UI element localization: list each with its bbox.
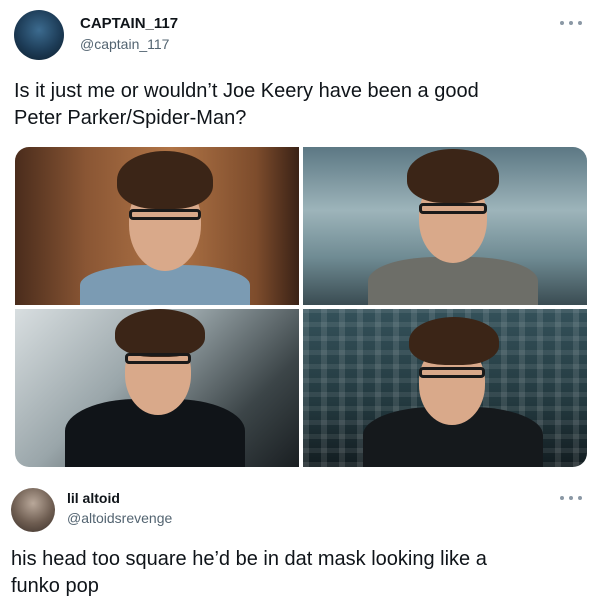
- tweet: CAPTAIN_117 @captain_117 Is it just me o…: [0, 0, 600, 470]
- media-grid: [15, 147, 587, 467]
- display-name[interactable]: CAPTAIN_117: [80, 15, 178, 32]
- photo[interactable]: [303, 147, 587, 305]
- avatar[interactable]: [11, 488, 55, 532]
- reply-tweet: lil altoid @altoidsrevenge his head too …: [0, 478, 600, 615]
- tweet-text: Is it just me or wouldn’t Joe Keery have…: [14, 80, 479, 129]
- photo[interactable]: [15, 309, 299, 467]
- photo[interactable]: [303, 309, 587, 467]
- more-options-icon[interactable]: [560, 18, 582, 28]
- username-handle[interactable]: @altoidsrevenge: [67, 510, 172, 526]
- username-handle[interactable]: @captain_117: [80, 36, 169, 52]
- more-options-icon[interactable]: [560, 493, 582, 503]
- avatar[interactable]: [14, 10, 64, 60]
- tweet-text: his head too square he’d be in dat mask …: [11, 548, 487, 597]
- display-name[interactable]: lil altoid: [67, 490, 120, 506]
- photo[interactable]: [15, 147, 299, 305]
